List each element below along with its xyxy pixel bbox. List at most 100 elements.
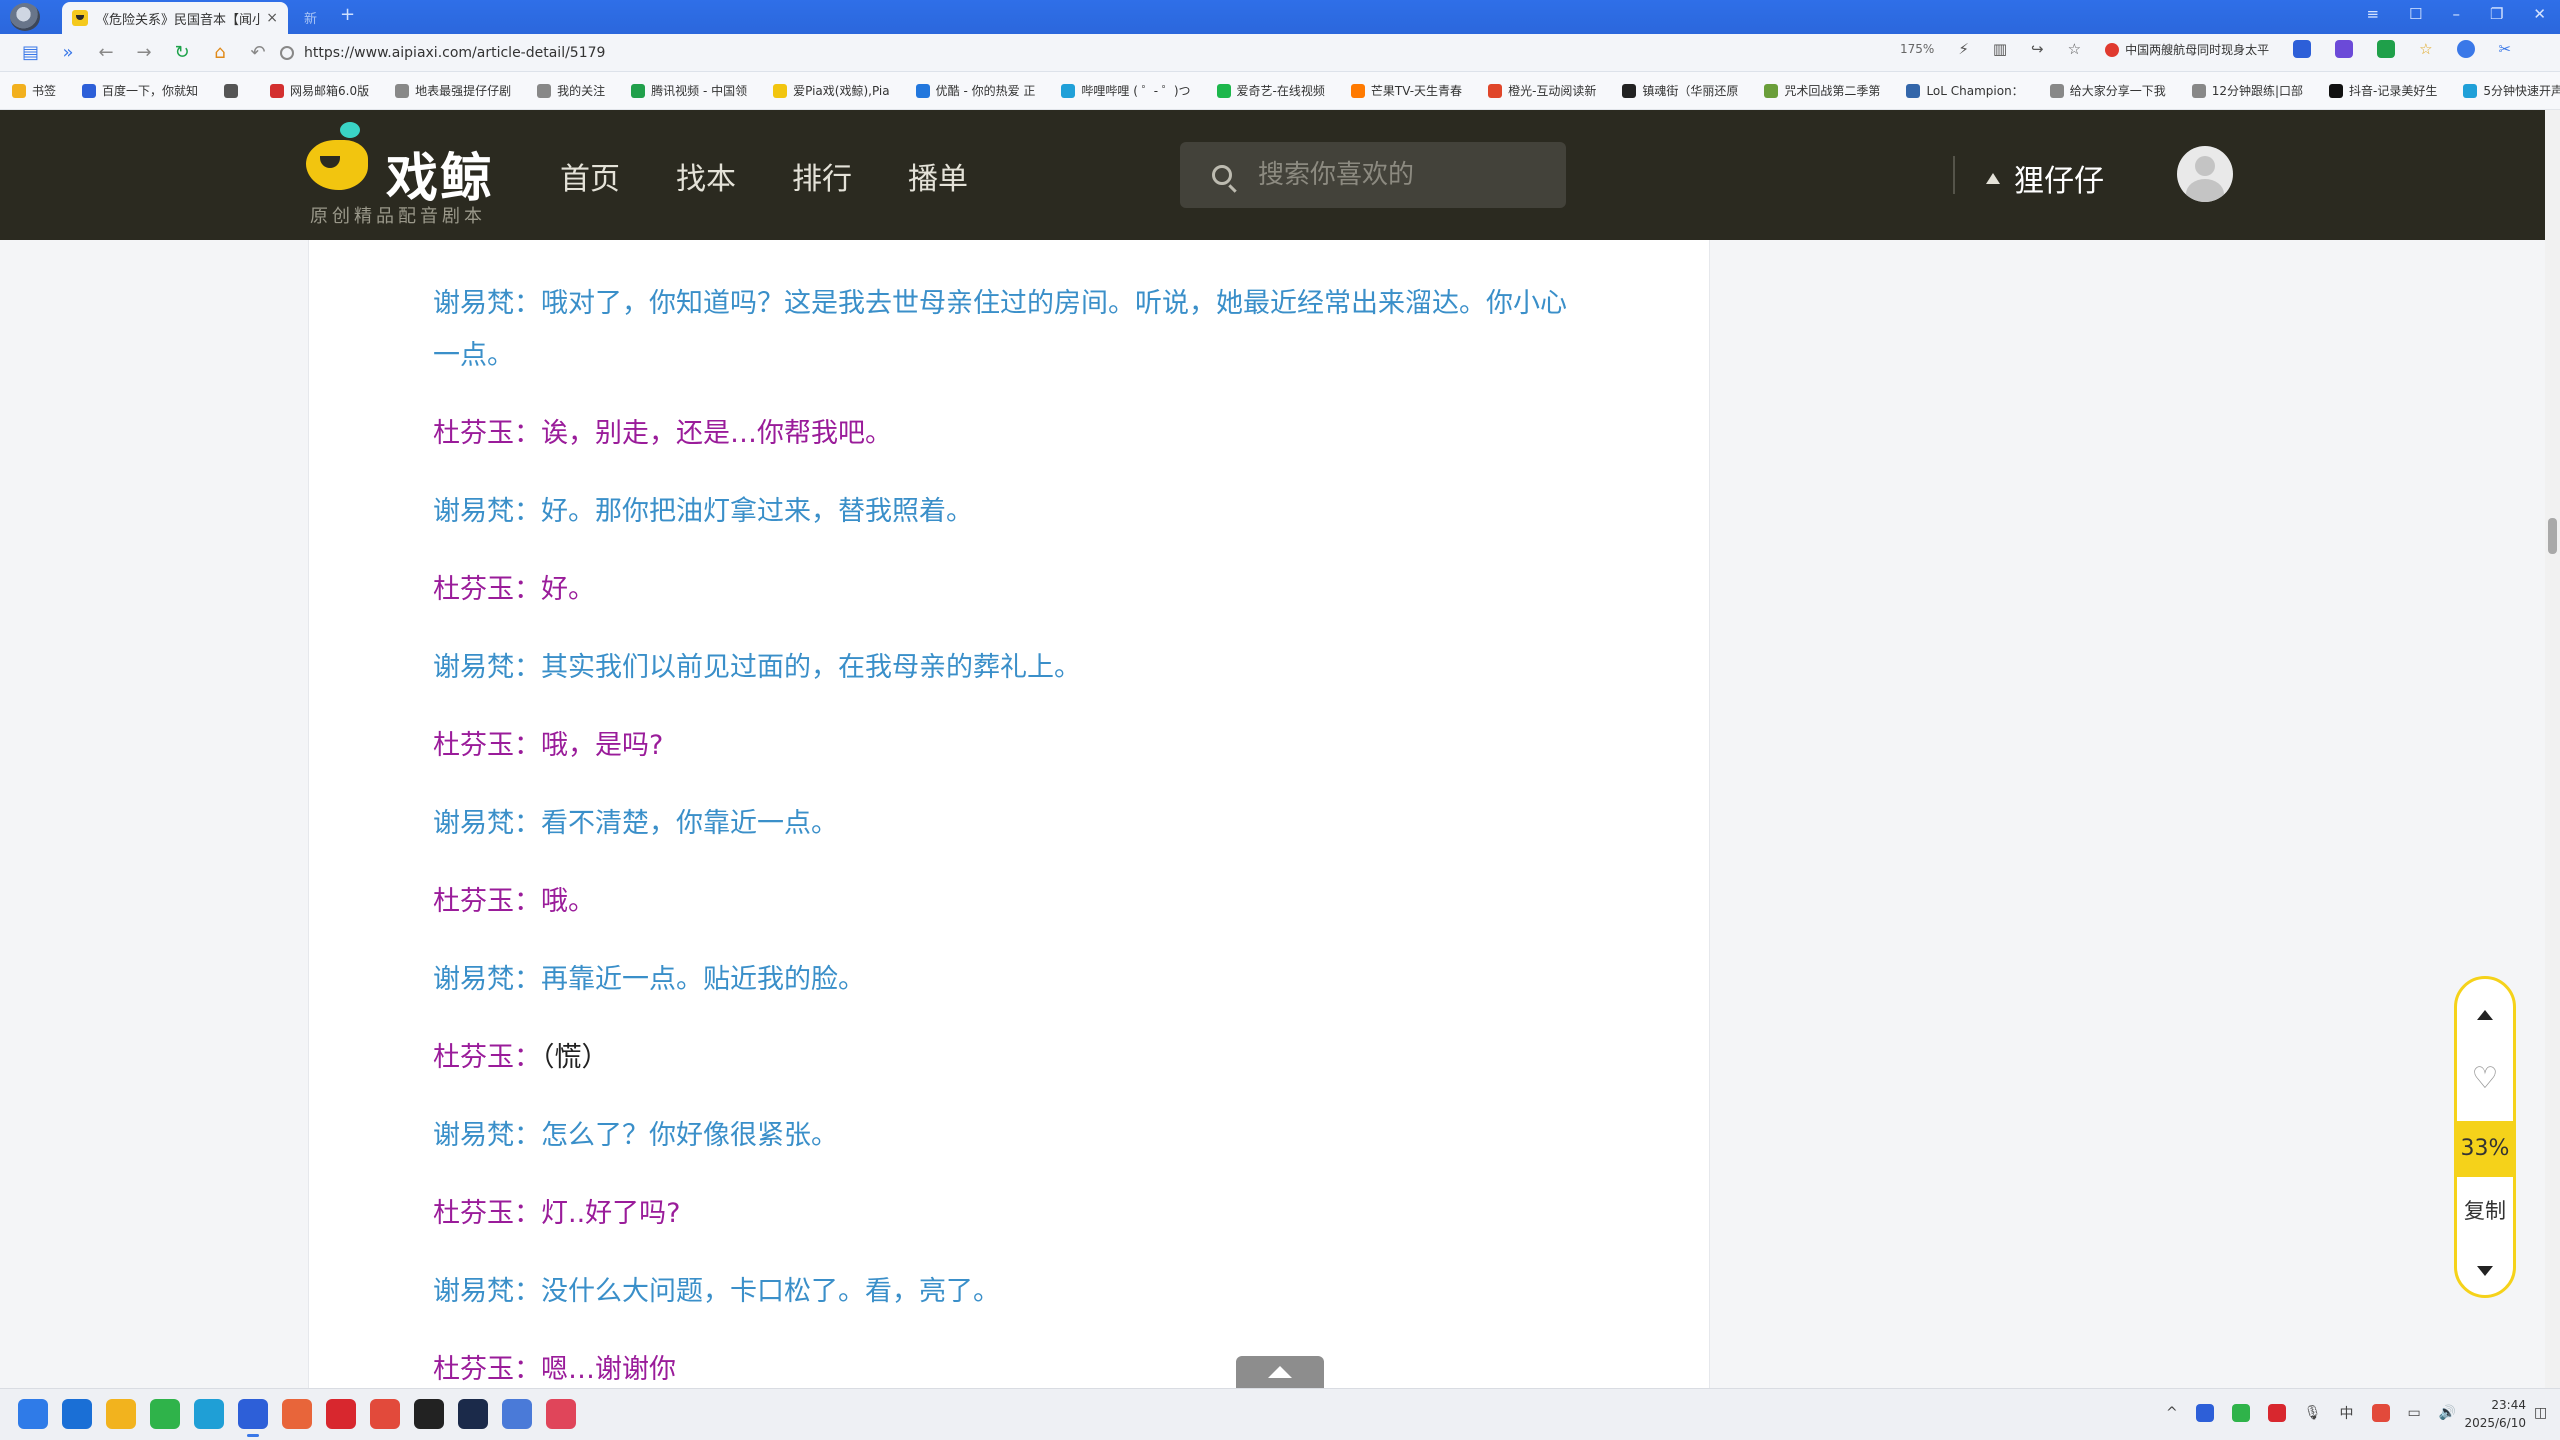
download-icon[interactable] bbox=[2456, 40, 2475, 58]
netease-music-icon[interactable] bbox=[326, 1399, 356, 1429]
user-avatar[interactable] bbox=[2177, 146, 2233, 202]
header-divider bbox=[1953, 156, 1955, 194]
scroll-up-button[interactable] bbox=[2457, 1005, 2513, 1024]
forward-icon[interactable]: → bbox=[136, 42, 152, 63]
collapse-panel-button[interactable] bbox=[1236, 1356, 1324, 1388]
tray-sync-icon[interactable] bbox=[2267, 1404, 2286, 1422]
app-orange-icon[interactable] bbox=[282, 1399, 312, 1429]
bookmark-item[interactable]: 咒术回战第二季第 bbox=[1764, 82, 1880, 99]
tray-overflow-icon[interactable]: ^ bbox=[2166, 1405, 2178, 1421]
scroll-down-button[interactable] bbox=[2457, 1261, 2513, 1280]
wechat-icon[interactable] bbox=[150, 1399, 180, 1429]
bookmark-item[interactable]: 我的关注 bbox=[537, 82, 605, 99]
app-blue-icon[interactable] bbox=[502, 1399, 532, 1429]
sidebar-toggle-icon[interactable]: ☐ bbox=[2409, 5, 2422, 23]
nav-find-script[interactable]: 找本 bbox=[676, 154, 736, 198]
bookmark-item[interactable]: 抖音-记录美好生 bbox=[2329, 82, 2437, 99]
bookmark-item[interactable]: 给大家分享一下我 bbox=[2049, 82, 2166, 99]
bookmark-item[interactable]: 百度一下，你就知 bbox=[82, 82, 198, 99]
bookmark-item[interactable]: LoL Champion： bbox=[1906, 82, 2024, 99]
expand-icon[interactable]: » bbox=[60, 42, 76, 63]
dialog-text: 好。那你把油灯拿过来，替我照着。 bbox=[541, 496, 973, 527]
bookmark-item[interactable]: 优酷 - 你的热爱 正 bbox=[915, 82, 1035, 99]
star-icon[interactable]: ☆ bbox=[2068, 40, 2081, 58]
minimize-button[interactable]: – bbox=[2452, 5, 2460, 23]
kugou-icon[interactable] bbox=[62, 1399, 92, 1429]
bookmark-icon bbox=[1061, 83, 1076, 98]
bookmark-item[interactable]: 爱Pia戏(戏鲸),Pia bbox=[773, 82, 890, 99]
translate-extension-icon[interactable] bbox=[2293, 40, 2312, 58]
browser-tab-active[interactable]: 《危险关系》民国音本【闻小说 × bbox=[62, 2, 288, 34]
search-icon[interactable] bbox=[1212, 165, 1232, 185]
tab-close-icon[interactable]: × bbox=[266, 10, 278, 26]
nav-ranking[interactable]: 排行 bbox=[792, 154, 852, 198]
zoom-indicator[interactable]: 175% bbox=[1900, 42, 1934, 56]
reader-icon[interactable]: ▥ bbox=[1993, 40, 2007, 58]
share-icon[interactable]: ↪ bbox=[2031, 40, 2044, 58]
favorites-icon[interactable]: ☆ bbox=[2419, 40, 2432, 58]
dialog-line: 谢易梵：其实我们以前见过面的，在我母亲的葬礼上。 bbox=[433, 642, 1593, 694]
tray-wechat-icon[interactable] bbox=[2231, 1404, 2250, 1422]
username[interactable]: 狸仔仔 bbox=[2014, 156, 2104, 200]
bookmark-item[interactable]: 书签 bbox=[12, 82, 56, 99]
steam-icon[interactable] bbox=[458, 1399, 488, 1429]
nav-playlist[interactable]: 播单 bbox=[908, 154, 968, 198]
app-pink-icon[interactable] bbox=[546, 1399, 576, 1429]
copy-button[interactable]: 复制 bbox=[2457, 1195, 2513, 1225]
dialog-line: 杜芬玉：（慌） bbox=[433, 1032, 1593, 1084]
bookmark-item[interactable]: 网易邮箱6.0版 bbox=[270, 82, 369, 99]
edge-icon[interactable] bbox=[194, 1399, 224, 1429]
news-ticker[interactable]: 中国两艘航母同时现身太平 bbox=[2105, 41, 2269, 58]
input-method-icon[interactable]: 中 bbox=[2340, 1403, 2354, 1423]
app-red-icon[interactable] bbox=[370, 1399, 400, 1429]
bookmark-label: 爱奇艺-在线视频 bbox=[1236, 84, 1325, 98]
tools-icon[interactable]: ✂ bbox=[2499, 40, 2512, 58]
bookmark-item[interactable]: 镇魂街（华丽还原 bbox=[1622, 82, 1738, 99]
home-icon[interactable]: ⌂ bbox=[212, 42, 228, 63]
bookmark-item[interactable]: 地表最强提仔仔剧 bbox=[395, 82, 511, 99]
back-icon[interactable]: ← bbox=[98, 42, 114, 63]
page-scrollbar[interactable] bbox=[2545, 110, 2560, 1388]
bookmark-item[interactable]: 12分钟跟练|口部 bbox=[2191, 82, 2303, 99]
nav-home[interactable]: 首页 bbox=[560, 154, 620, 198]
microphone-icon[interactable]: 🎙 bbox=[2304, 1405, 2322, 1421]
search-input[interactable] bbox=[1258, 160, 1538, 190]
scrollbar-thumb[interactable] bbox=[2548, 518, 2557, 554]
file-explorer-icon[interactable] bbox=[106, 1399, 136, 1429]
site-info-icon[interactable] bbox=[280, 46, 294, 60]
tray-red-icon[interactable] bbox=[2371, 1404, 2390, 1422]
network-icon[interactable]: ▭ bbox=[2408, 1405, 2421, 1421]
bookmark-item[interactable] bbox=[224, 83, 244, 98]
lightning-icon[interactable]: ⚡ bbox=[1958, 40, 1969, 58]
speaker-separator: ： bbox=[514, 1120, 541, 1151]
new-tab-button[interactable]: + bbox=[340, 4, 355, 25]
bookmark-item[interactable]: 爱奇艺-在线视频 bbox=[1216, 82, 1325, 99]
speaker-name: 杜芬玉 bbox=[433, 240, 514, 241]
browser-icon[interactable] bbox=[238, 1399, 268, 1437]
capcut-icon[interactable] bbox=[414, 1399, 444, 1429]
heart-icon[interactable]: ♡ bbox=[2457, 1059, 2513, 1099]
extension-icon[interactable] bbox=[2335, 40, 2354, 58]
url-field[interactable]: https://www.aipiaxi.com/article-detail/5… bbox=[280, 39, 1880, 67]
tray-app-icon[interactable] bbox=[2195, 1404, 2214, 1422]
bookmark-item[interactable]: 芒果TV-天生青春 bbox=[1350, 82, 1462, 99]
system-clock[interactable]: 23:44 2025/6/10 bbox=[2450, 1396, 2526, 1432]
speaker-name: 谢易梵 bbox=[433, 288, 514, 319]
restore-button[interactable]: ❐ bbox=[2490, 5, 2503, 23]
undo-icon[interactable]: ↶ bbox=[250, 42, 266, 63]
close-window-button[interactable]: ✕ bbox=[2533, 5, 2546, 23]
bookmark-item[interactable]: 腾讯视频 - 中国领 bbox=[631, 82, 747, 99]
profile-avatar[interactable] bbox=[10, 3, 40, 31]
user-menu[interactable]: 狸仔仔 bbox=[1986, 156, 2104, 200]
windows-start-icon[interactable] bbox=[18, 1399, 48, 1429]
menu-icon[interactable]: ≡ bbox=[2366, 5, 2379, 23]
bookmark-item[interactable]: 5分钟快速开声练 bbox=[2463, 82, 2560, 99]
puzzle-extension-icon[interactable] bbox=[2377, 40, 2396, 58]
sidebar-panel-icon[interactable]: ▤ bbox=[22, 42, 39, 63]
site-logo[interactable]: 戏鲸 原创精品配音剧本 bbox=[306, 122, 496, 228]
bookmark-item[interactable]: 哔哩哔哩 ( ゜- ゜)つ bbox=[1061, 82, 1191, 99]
notification-icon[interactable]: ◫ bbox=[2534, 1405, 2547, 1421]
bookmark-item[interactable]: 橙光-互动阅读新 bbox=[1488, 82, 1596, 99]
tab-ghost[interactable]: 新 bbox=[304, 8, 317, 27]
reload-icon[interactable]: ↻ bbox=[174, 42, 190, 63]
